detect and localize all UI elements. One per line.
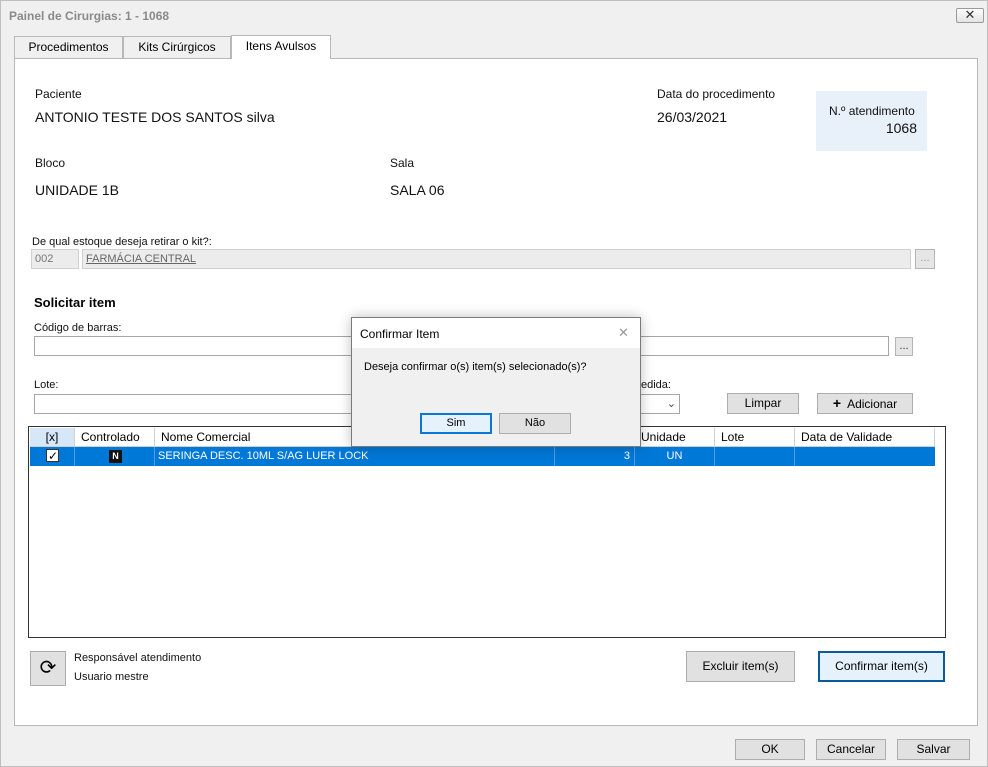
data-procedimento-label: Data do procedimento — [657, 87, 776, 101]
limpar-button[interactable]: Limpar — [727, 393, 799, 414]
excluir-button[interactable]: Excluir item(s) — [686, 651, 795, 682]
dialog-title-bar: Confirmar Item ✕ — [352, 318, 640, 348]
paciente-value: ANTONIO TESTE DOS SANTOS silva — [35, 109, 275, 125]
row-lote-cell — [715, 447, 795, 466]
estoque-lookup-button[interactable]: ... — [915, 249, 935, 269]
atendimento-label: N.º atendimento — [829, 104, 915, 118]
paciente-label: Paciente — [35, 87, 82, 101]
cancelar-button[interactable]: Cancelar — [816, 739, 886, 760]
barcode-lookup-button[interactable]: ... — [895, 337, 913, 356]
dialog-message: Deseja confirmar o(s) item(s) selecionad… — [364, 361, 587, 373]
dialog-close-icon[interactable]: ✕ — [618, 325, 629, 341]
data-procedimento-value: 26/03/2021 — [657, 109, 728, 125]
col-header-unidade[interactable]: Unidade — [635, 428, 715, 447]
salvar-button[interactable]: Salvar — [897, 739, 970, 760]
estoque-code-field[interactable]: 002 — [31, 249, 79, 269]
col-header-controlado[interactable]: Controlado — [75, 428, 155, 447]
controlado-badge: N — [109, 450, 122, 463]
row-nome-cell: SERINGA DESC. 10ML S/AG LUER LOCK — [155, 447, 555, 466]
table-row[interactable]: ✓ N SERINGA DESC. 10ML S/AG LUER LOCK 3 … — [30, 447, 935, 466]
responsavel-label: Responsável atendimento — [74, 652, 202, 664]
items-grid[interactable]: [x] Controlado Nome Comercial Unidade Lo… — [28, 426, 946, 638]
window-title: Painel de Cirurgias: 1 - 1068 — [9, 9, 170, 23]
dialog-sim-button[interactable]: Sim — [420, 413, 492, 434]
estoque-label: De qual estoque deseja retirar o kit?: — [32, 236, 212, 248]
row-controlado-cell: N — [75, 447, 155, 466]
refresh-button[interactable]: ⟳ — [30, 651, 66, 686]
lote-label: Lote: — [34, 379, 59, 391]
confirmar-button[interactable]: Confirmar item(s) — [818, 651, 945, 682]
barcode-label: Código de barras: — [34, 322, 122, 334]
estoque-name-value: FARMÁCIA CENTRAL — [86, 253, 197, 265]
ok-button[interactable]: OK — [735, 739, 805, 760]
adicionar-label: Adicionar — [847, 397, 898, 411]
row-select-cell[interactable]: ✓ — [30, 447, 75, 466]
atendimento-value: 1068 — [885, 120, 917, 136]
sala-value: SALA 06 — [390, 182, 445, 198]
atendimento-box: N.º atendimento 1068 — [816, 91, 927, 151]
tab-procedimentos[interactable]: Procedimentos — [14, 36, 123, 58]
row-validade-cell — [795, 447, 935, 466]
row-checkbox[interactable]: ✓ — [46, 449, 59, 463]
estoque-code-value: 002 — [35, 253, 54, 265]
medida-label: edida: — [641, 379, 671, 391]
tab-kits-cirurgicos[interactable]: Kits Cirúrgicos — [123, 36, 231, 58]
bloco-value: UNIDADE 1B — [35, 182, 120, 198]
estoque-name-field[interactable]: FARMÁCIA CENTRAL — [82, 249, 911, 269]
dialog-nao-button[interactable]: Não — [499, 413, 571, 434]
col-header-data-validade[interactable]: Data de Validade — [795, 428, 935, 447]
col-header-select[interactable]: [x] — [30, 428, 75, 447]
plus-icon: + — [832, 395, 842, 411]
dialog-body: Deseja confirmar o(s) item(s) selecionad… — [352, 348, 640, 402]
bloco-label: Bloco — [35, 156, 66, 170]
title-bar: Painel de Cirurgias: 1 - 1068 ✕ — [1, 1, 987, 29]
check-icon: ✓ — [48, 449, 59, 463]
confirm-dialog: Confirmar Item ✕ Deseja confirmar o(s) i… — [351, 317, 641, 447]
lote-input[interactable] — [34, 394, 354, 414]
dialog-title: Confirmar Item — [360, 327, 440, 341]
refresh-icon: ⟳ — [39, 657, 57, 679]
chevron-down-icon: ⌄ — [666, 398, 676, 410]
main-window: Painel de Cirurgias: 1 - 1068 ✕ Procedim… — [0, 0, 988, 767]
row-quantidade-cell: 3 — [555, 447, 635, 466]
tab-itens-avulsos[interactable]: Itens Avulsos — [231, 35, 331, 59]
adicionar-button[interactable]: + Adicionar — [817, 393, 913, 414]
col-header-lote[interactable]: Lote — [715, 428, 795, 447]
window-close-button[interactable]: ✕ — [956, 8, 984, 23]
row-unidade-cell: UN — [635, 447, 715, 466]
responsavel-value: Usuario mestre — [74, 671, 149, 683]
sala-label: Sala — [390, 156, 415, 170]
solicitar-heading: Solicitar item — [34, 295, 116, 310]
